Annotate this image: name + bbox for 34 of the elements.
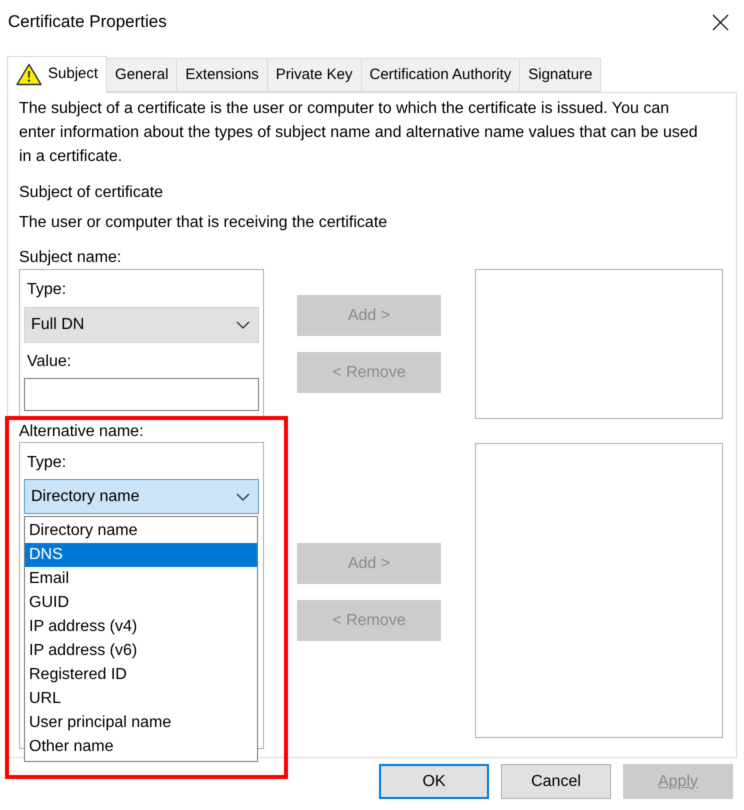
- tab[interactable]: Extensions: [177, 58, 268, 92]
- section-title: Subject of certificate: [19, 183, 164, 203]
- field-label: Value:: [27, 352, 72, 372]
- tab[interactable]: Signature: [520, 58, 602, 92]
- section-subtitle: The user or computer that is receiving the certificate: [19, 213, 388, 233]
- field-label: Type:: [27, 453, 68, 473]
- field-label: Type:: [27, 280, 68, 300]
- group-label: Alternative name:: [19, 422, 145, 442]
- dropdown-option[interactable]: DNS: [25, 543, 257, 567]
- dropdown-option[interactable]: Directory name: [25, 519, 257, 543]
- type-dropdown[interactable]: Directory name: [24, 479, 259, 514]
- tab[interactable]: Private Key: [268, 58, 362, 92]
- dropdown-option[interactable]: URL: [25, 687, 257, 711]
- type-dropdown[interactable]: Full DN: [24, 307, 259, 343]
- warning-icon: [16, 63, 42, 86]
- tab[interactable]: General: [107, 58, 178, 92]
- dropdown-option[interactable]: Other name: [25, 735, 257, 759]
- dropdown-option[interactable]: GUID: [25, 591, 257, 615]
- tab[interactable]: Certification Authority: [362, 58, 520, 92]
- tab[interactable]: Subject: [7, 56, 108, 93]
- dialog-button[interactable]: Cancel: [501, 764, 611, 799]
- dropdown-option[interactable]: Email: [25, 567, 257, 591]
- window-title: Certificate Properties: [8, 11, 167, 34]
- description-text: The subject of a certificate is the user or computer to which the certificate is issued. You can enter information about the types of subject name and alternative name values that can be used in a certificate.: [19, 99, 699, 167]
- group-label: Subject name:: [19, 248, 122, 268]
- dropdown-option[interactable]: Registered ID: [25, 663, 257, 687]
- dropdown-option[interactable]: IP address (v4): [25, 615, 257, 639]
- dialog-button[interactable]: OK: [379, 764, 489, 799]
- chevron-down-icon: [236, 492, 250, 500]
- chevron-down-icon: [236, 321, 250, 329]
- dropdown-option[interactable]: IP address (v6): [25, 639, 257, 663]
- value-field[interactable]: [24, 378, 259, 411]
- dropdown-option[interactable]: User principal name: [25, 711, 257, 735]
- close-button[interactable]: [710, 12, 730, 32]
